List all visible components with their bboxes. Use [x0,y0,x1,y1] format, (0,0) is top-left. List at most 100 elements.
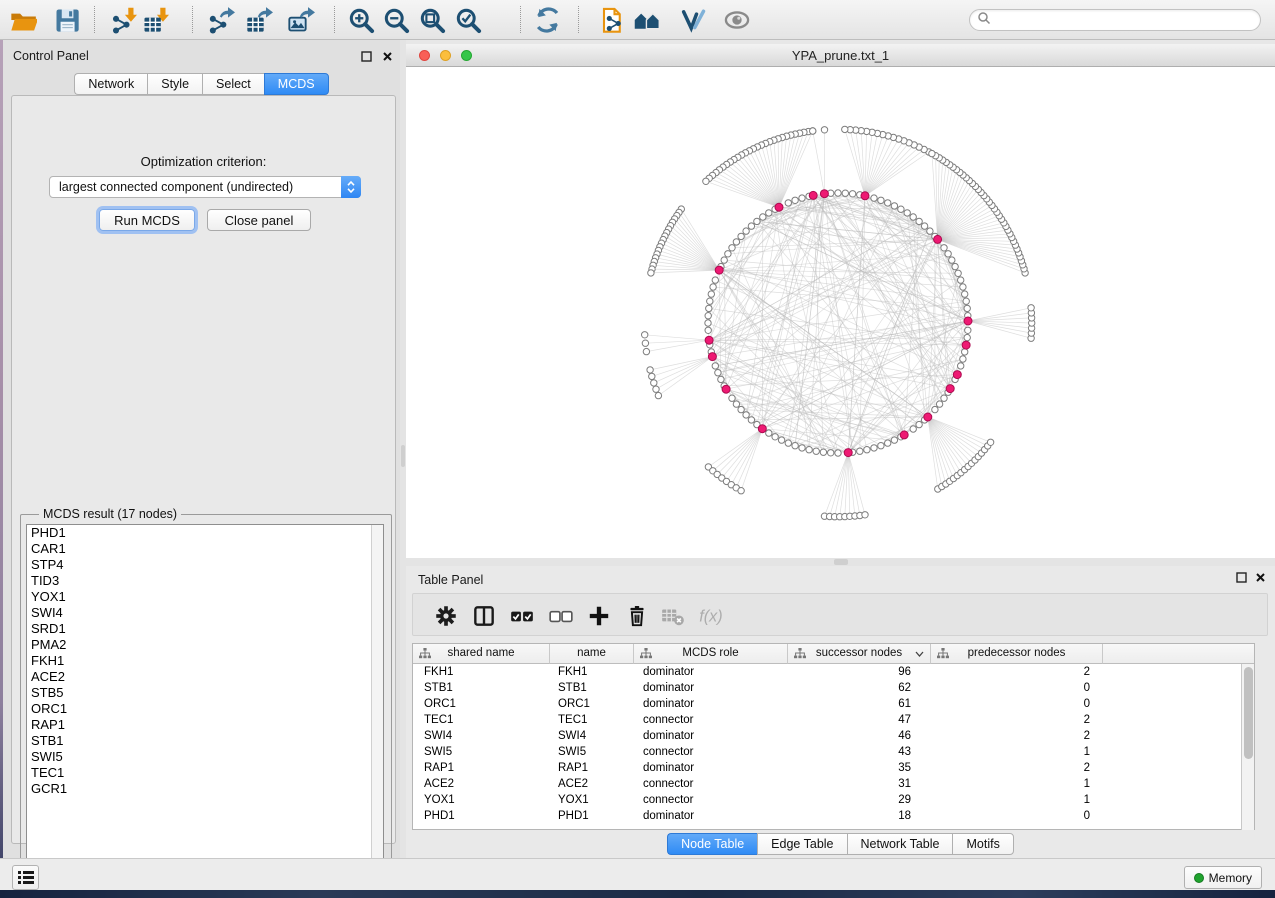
mcds-result-item[interactable]: RAP1 [27,717,383,733]
cell-successor-nodes[interactable]: 46 [788,728,931,744]
mcds-result-item[interactable]: FKH1 [27,653,383,669]
mcds-result-item[interactable]: ORC1 [27,701,383,717]
column-header-successor-nodes[interactable]: successor nodes [788,644,931,664]
close-panel-button[interactable]: Close panel [207,209,311,231]
cell-predecessor-nodes[interactable]: 0 [931,696,1103,712]
tab-style[interactable]: Style [147,73,202,95]
tab-motifs[interactable]: Motifs [952,833,1013,855]
table-row-YOX1[interactable]: YOX1YOX1connector291 [413,792,1103,808]
mcds-result-item[interactable]: YOX1 [27,589,383,605]
column-header-predecessor-nodes[interactable]: predecessor nodes [931,644,1103,664]
open-file-button[interactable] [8,5,38,35]
table-row-SWI4[interactable]: SWI4SWI4dominator462 [413,728,1103,744]
cell-predecessor-nodes[interactable]: 1 [931,776,1103,792]
cell-successor-nodes[interactable]: 43 [788,744,931,760]
table-row-RAP1[interactable]: RAP1RAP1dominator352 [413,760,1103,776]
mcds-result-item[interactable]: TID3 [27,573,383,589]
cell-predecessor-nodes[interactable]: 0 [931,680,1103,696]
zoom-out-button[interactable] [381,5,411,35]
export-network-button[interactable] [206,5,236,35]
network-canvas[interactable] [406,67,1275,558]
table-row-PHD1[interactable]: PHD1PHD1dominator180 [413,808,1103,824]
float-panel-icon[interactable] [360,50,373,63]
add-button[interactable] [584,601,614,631]
cell-predecessor-nodes[interactable]: 1 [931,792,1103,808]
cell-MCDS-role[interactable]: connector [634,776,788,792]
column-header-name[interactable]: name [550,644,634,664]
cell-MCDS-role[interactable]: dominator [634,728,788,744]
zoom-fit-button[interactable] [417,5,447,35]
mcds-result-item[interactable]: PMA2 [27,637,383,653]
cell-successor-nodes[interactable]: 47 [788,712,931,728]
cell-successor-nodes[interactable]: 62 [788,680,931,696]
splitter-handle[interactable] [401,445,405,467]
cell-MCDS-role[interactable]: connector [634,744,788,760]
cell-successor-nodes[interactable]: 18 [788,808,931,824]
cell-predecessor-nodes[interactable]: 0 [931,808,1103,824]
cell-shared-name[interactable]: STB1 [413,680,550,696]
cell-name[interactable]: YOX1 [550,792,634,808]
export-table-button[interactable] [244,5,274,35]
run-mcds-button[interactable]: Run MCDS [99,209,195,231]
criterion-dropdown[interactable]: largest connected component (undirected) [49,176,361,198]
cell-successor-nodes[interactable]: 35 [788,760,931,776]
apply-layout-button[interactable] [532,5,562,35]
save-session-button[interactable] [52,5,82,35]
cell-MCDS-role[interactable]: dominator [634,808,788,824]
mcds-result-item[interactable]: TEC1 [27,765,383,781]
delete-button[interactable] [622,601,652,631]
cell-name[interactable]: SWI5 [550,744,634,760]
gear-button[interactable] [431,601,461,631]
cell-successor-nodes[interactable]: 29 [788,792,931,808]
table-row-FKH1[interactable]: FKH1FKH1dominator962 [413,664,1103,680]
horizontal-splitter[interactable] [406,558,1275,566]
mcds-result-list[interactable]: PHD1CAR1STP4TID3YOX1SWI4SRD1PMA2FKH1ACE2… [26,524,384,873]
cell-MCDS-role[interactable]: dominator [634,680,788,696]
table-row-SWI5[interactable]: SWI5SWI5connector431 [413,744,1103,760]
scrollbar-thumb[interactable] [1244,667,1253,759]
search-input[interactable] [991,11,1260,29]
cell-MCDS-role[interactable]: dominator [634,664,788,680]
export-image-button[interactable] [286,5,316,35]
mcds-result-item[interactable]: STB5 [27,685,383,701]
cell-name[interactable]: PHD1 [550,808,634,824]
close-panel-icon[interactable] [1254,571,1267,584]
deselect-all-button[interactable] [546,601,576,631]
tab-select[interactable]: Select [202,73,264,95]
cell-shared-name[interactable]: YOX1 [413,792,550,808]
cell-shared-name[interactable]: SWI4 [413,728,550,744]
cell-name[interactable]: SWI4 [550,728,634,744]
zoom-selected-button[interactable] [453,5,483,35]
cell-MCDS-role[interactable]: dominator [634,760,788,776]
table-row-STB1[interactable]: STB1STB1dominator620 [413,680,1103,696]
table-row-TEC1[interactable]: TEC1TEC1connector472 [413,712,1103,728]
mcds-result-item[interactable]: SWI4 [27,605,383,621]
cell-predecessor-nodes[interactable]: 2 [931,760,1103,776]
column-header-MCDS-role[interactable]: MCDS role [634,644,788,664]
cell-shared-name[interactable]: RAP1 [413,760,550,776]
cell-MCDS-role[interactable]: dominator [634,696,788,712]
cell-shared-name[interactable]: SWI5 [413,744,550,760]
cell-name[interactable]: RAP1 [550,760,634,776]
import-table-button[interactable] [140,5,170,35]
cell-shared-name[interactable]: FKH1 [413,664,550,680]
show-graphics-details-button[interactable] [722,5,752,35]
first-neighbors-button[interactable] [632,5,662,35]
cell-name[interactable]: ACE2 [550,776,634,792]
cell-name[interactable]: TEC1 [550,712,634,728]
float-panel-icon[interactable] [1235,571,1248,584]
cell-successor-nodes[interactable]: 61 [788,696,931,712]
mcds-result-item[interactable]: SWI5 [27,749,383,765]
mcds-result-item[interactable]: STP4 [27,557,383,573]
cell-name[interactable]: STB1 [550,680,634,696]
cell-successor-nodes[interactable]: 96 [788,664,931,680]
tab-network[interactable]: Network [74,73,147,95]
cell-shared-name[interactable]: PHD1 [413,808,550,824]
memory-button[interactable]: Memory [1184,866,1262,889]
cell-successor-nodes[interactable]: 31 [788,776,931,792]
zoom-in-button[interactable] [346,5,376,35]
cell-shared-name[interactable]: ACE2 [413,776,550,792]
task-history-button[interactable] [12,865,39,890]
cell-MCDS-role[interactable]: connector [634,712,788,728]
table-scrollbar[interactable] [1241,664,1254,830]
